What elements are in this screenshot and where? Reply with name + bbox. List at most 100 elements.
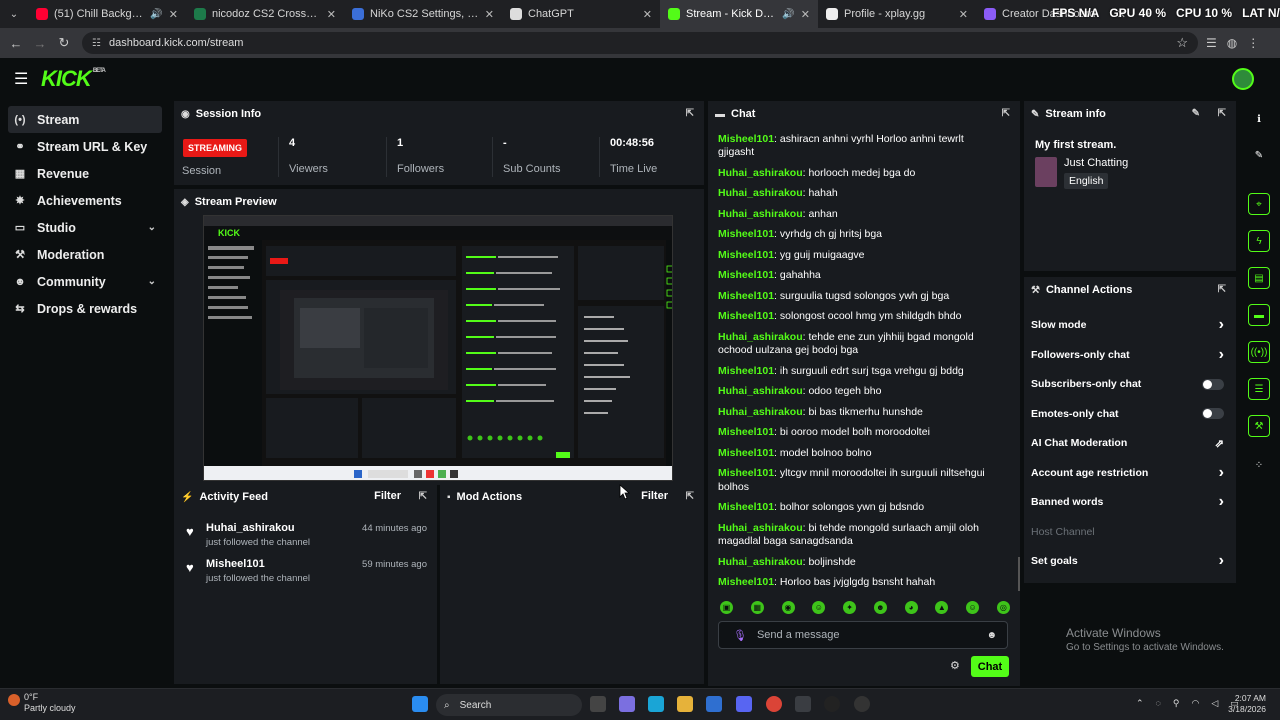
bookmark-star-icon[interactable]: ☆ [1176,35,1188,51]
sidebar-item-stream[interactable]: (•) Stream [8,106,162,133]
chat-message-list[interactable]: Huhai_ashirakou: odoo tende duangui mish… [718,123,1000,593]
emote-icon[interactable]: ✦ [843,601,857,614]
file-explorer-icon[interactable] [677,696,693,712]
info-icon[interactable]: ℹ [1248,108,1270,130]
chat-username[interactable]: Huhai_ashirakou [718,331,803,343]
user-avatar[interactable] [1232,68,1254,90]
stream-preview-video[interactable]: KICK [203,215,673,481]
channel-action-slow-mode[interactable]: Slow mode › [1031,316,1226,334]
channel-action-account-age-restriction[interactable]: Account age restriction › [1031,464,1226,482]
external-link-icon[interactable]: ⇗ [1215,437,1224,450]
emote-icon[interactable]: ◉ [781,601,795,614]
chat-username[interactable]: Misheel101 [718,467,774,479]
chat-username[interactable]: Misheel101 [718,290,774,302]
chat-username[interactable]: Misheel101 [718,447,774,459]
chat-username[interactable]: Huhai_ashirakou [718,406,803,418]
chat-username[interactable]: Huhai_ashirakou [718,187,803,199]
sidebar-item-moderation[interactable]: ⚒ Moderation [8,241,162,268]
broadcast-icon[interactable]: ((•)) [1248,341,1270,363]
tab-audio-icon[interactable]: 🔊 [150,9,162,20]
emote-icon[interactable]: ☺ [812,601,826,614]
lightning-icon[interactable]: ϟ [1248,230,1270,252]
chat-username[interactable]: Huhai_ashirakou [718,385,803,397]
browser-tab[interactable]: ChatGPT ✕ [502,0,660,28]
chat-input-field[interactable]: 🎙 Send a message ☻ [718,621,1008,649]
windows-start-icon[interactable] [412,696,428,712]
popout-icon[interactable]: ⇱ [419,491,427,502]
url-field[interactable]: ☷ dashboard.kick.com/stream ☆ [82,32,1198,54]
chat-username[interactable]: Huhai_ashirakou [718,167,803,179]
sidebar-item-revenue[interactable]: ▦ Revenue [8,160,162,187]
emote-icon[interactable]: ☺ [966,601,980,614]
chat-send-button[interactable]: Chat [971,656,1009,677]
taskbar-search-box[interactable]: ⌕ Search [436,694,582,716]
pencil-icon[interactable]: ✎ [1248,144,1270,166]
activity-username[interactable]: Misheel101 [206,558,265,570]
popout-icon[interactable]: ⇱ [1218,284,1226,295]
tab-close-icon[interactable]: ✕ [959,8,968,21]
tab-list-chevron-icon[interactable]: ⌄ [0,0,28,28]
emoji-picker-icon[interactable]: ☻ [986,630,997,641]
chat-username[interactable]: Misheel101 [718,133,774,145]
chat-username[interactable]: Misheel101 [718,501,774,513]
chat-scrollbar[interactable] [1018,557,1020,591]
chat-username[interactable]: Misheel101 [718,269,774,281]
browser-tab[interactable]: nicodoz CS2 Crosshair - PRO ✕ [186,0,344,28]
chat-username[interactable]: Misheel101 [718,426,774,438]
taskbar-clock[interactable]: 2:07 AM 3/18/2026 [1228,693,1266,715]
channel-action-set-goals[interactable]: Set goals › [1031,552,1226,570]
popout-icon[interactable]: ⇱ [1002,108,1010,119]
chat-bubble-icon[interactable]: ▬ [1248,304,1270,326]
kick-logo[interactable]: KICK BETA [41,66,106,92]
hamburger-menu-icon[interactable]: ☰ [14,69,34,89]
mod-actions-filter-button[interactable]: Filter [641,490,668,502]
discord-icon[interactable] [736,696,752,712]
chat-settings-gear-icon[interactable]: ⚙ [950,659,960,672]
weather-widget[interactable]: 0°F Partly cloudy [24,692,76,714]
chat-username[interactable]: Misheel101 [718,310,774,322]
widgets-icon[interactable]: ⁘ [1248,454,1270,476]
tab-close-icon[interactable]: ✕ [801,8,810,21]
toggle-switch[interactable] [1202,408,1224,419]
chat-username[interactable]: Misheel101 [718,249,774,261]
tab-close-icon[interactable]: ✕ [169,8,178,21]
chevron-down-icon[interactable]: ⌄ [148,222,156,233]
emote-icon[interactable]: ☻ [873,601,887,614]
chrome-icon[interactable] [766,696,782,712]
channel-action-banned-words[interactable]: Banned words › [1031,493,1226,511]
channel-action-emotes-only-chat[interactable]: Emotes-only chat [1031,405,1226,423]
store-icon[interactable] [706,696,722,712]
chat-username[interactable]: Misheel101 [718,576,774,588]
popout-icon[interactable]: ⇱ [686,491,694,502]
emote-icon[interactable]: ◎ [996,601,1010,614]
emote-icon[interactable]: ▦ [750,601,764,614]
chat-username[interactable]: Huhai_ashirakou [718,522,803,534]
chat-username[interactable]: Huhai_ashirakou [718,208,803,220]
browser-tab[interactable]: (51) Chill Background Musi 🔊 ✕ [28,0,186,28]
edge-icon[interactable] [648,696,664,712]
emote-icon[interactable]: ▲ [935,601,949,614]
wifi-icon[interactable]: ◠ [1192,698,1200,709]
chevron-up-icon[interactable]: ⌃ [1136,698,1144,709]
back-icon[interactable]: ← [4,36,28,51]
task-view-icon[interactable] [590,696,606,712]
tab-close-icon[interactable]: ✕ [643,8,652,21]
app-icon[interactable] [854,696,870,712]
site-info-icon[interactable]: ☷ [92,38,101,49]
extension-icon[interactable]: ◍ [1227,36,1237,50]
microphone-icon[interactable]: 🎙 [733,629,747,642]
tab-search-icon[interactable]: ☰ [1206,36,1217,50]
channel-action-ai-chat-moderation[interactable]: AI Chat Moderation ⇗ [1031,434,1226,452]
app-icon[interactable] [795,696,811,712]
popout-icon[interactable]: ⇱ [686,108,694,119]
chat-username[interactable]: Misheel101 [718,365,774,377]
app-tray-icon[interactable]: ◌ [1156,698,1161,709]
channel-action-followers-only-chat[interactable]: Followers-only chat › [1031,346,1226,364]
forward-icon[interactable]: → [28,36,52,51]
channel-action-subscribers-only-chat[interactable]: Subscribers-only chat [1031,375,1226,393]
emote-icon[interactable]: ▣ [720,601,733,614]
sidebar-item-studio[interactable]: ▭ Studio ⌄ [8,214,162,241]
browser-tab[interactable]: Stream - Kick Dashboard 🔊 ✕ [660,0,818,28]
chevron-down-icon[interactable]: ⌄ [148,276,156,287]
volume-icon[interactable]: ◁ [1211,698,1218,709]
